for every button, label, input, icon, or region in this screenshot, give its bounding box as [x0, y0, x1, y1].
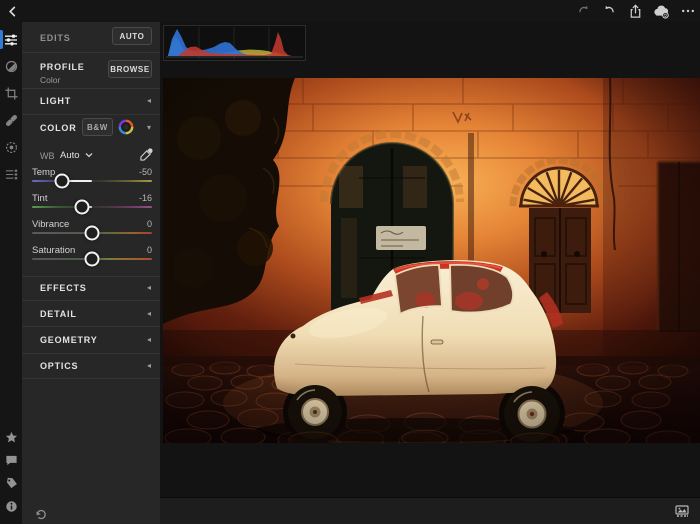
vibrance-slider-track[interactable]: [32, 232, 152, 234]
profile-value: Color: [40, 75, 60, 85]
tint-slider-row: Tint -16: [22, 190, 160, 216]
top-bar: [0, 0, 700, 22]
collapse-arrow-icon[interactable]: ◂: [147, 97, 151, 105]
tool-edit-sliders[interactable]: [0, 26, 22, 53]
bw-toggle-button[interactable]: B&W: [82, 118, 113, 136]
saturation-slider-track[interactable]: [32, 258, 152, 260]
collapse-arrow-icon[interactable]: ◂: [147, 310, 151, 318]
slider-label: Vibrance: [32, 219, 69, 230]
slider-value: 0: [147, 245, 152, 255]
photo-canvas[interactable]: [163, 78, 700, 443]
tool-presets[interactable]: [0, 53, 22, 80]
divider: [22, 52, 160, 53]
masking-icon: [5, 141, 18, 154]
divider: [22, 276, 160, 277]
tag-icon: [5, 477, 18, 490]
redo-icon[interactable]: [575, 3, 592, 20]
back-chevron-icon[interactable]: [4, 3, 20, 19]
tool-healing[interactable]: [0, 107, 22, 134]
divider: [22, 300, 160, 301]
edits-label: EDITS: [40, 33, 71, 43]
slider-label: Tint: [32, 193, 47, 204]
comments-button[interactable]: [0, 449, 22, 472]
tool-crop[interactable]: [0, 80, 22, 107]
auto-button[interactable]: AUTO: [112, 27, 152, 45]
left-tool-rail: [0, 0, 22, 524]
section-effects[interactable]: EFFECTS: [40, 283, 87, 293]
divider: [22, 326, 160, 327]
slider-label: Temp: [32, 167, 55, 178]
slider-value: 0: [147, 219, 152, 229]
temp-slider-knob[interactable]: [55, 174, 70, 189]
cloud-sync-icon[interactable]: [653, 3, 670, 20]
lightroom-app: EDITS AUTO PROFILE Color BROWSE LIGHT ◂ …: [0, 0, 700, 524]
divider: [22, 353, 160, 354]
expand-arrow-icon[interactable]: ▾: [147, 124, 151, 132]
chevron-down-icon: [85, 152, 93, 158]
comment-icon: [5, 454, 18, 467]
rate-review-button[interactable]: [0, 426, 22, 449]
crop-icon: [5, 87, 18, 100]
share-icon[interactable]: [627, 3, 644, 20]
keywords-button[interactable]: [0, 472, 22, 495]
rgb-histogram-chart: [164, 26, 305, 60]
section-detail[interactable]: DETAIL: [40, 309, 77, 319]
reset-edits-icon[interactable]: [32, 506, 50, 521]
versions-icon: [5, 168, 18, 181]
slider-label: Saturation: [32, 245, 75, 256]
saturation-slider-knob[interactable]: [85, 252, 100, 267]
wb-value: Auto: [60, 150, 80, 161]
temp-slider-row: Temp -50: [22, 164, 160, 190]
info-icon: [5, 500, 18, 513]
edit-panel: EDITS AUTO PROFILE Color BROWSE LIGHT ◂ …: [22, 22, 160, 524]
star-icon: [5, 431, 18, 444]
section-light[interactable]: LIGHT: [40, 96, 71, 106]
main-preview-area: [160, 22, 700, 524]
profile-label: PROFILE: [40, 62, 85, 72]
filmstrip-toggle-icon[interactable]: [674, 504, 690, 518]
presets-icon: [5, 60, 18, 73]
section-optics[interactable]: OPTICS: [40, 361, 78, 371]
vignette-overlay: [163, 78, 700, 443]
divider: [22, 114, 160, 115]
more-ellipsis-icon[interactable]: [679, 3, 696, 20]
wb-label: WB: [40, 151, 55, 161]
color-mix-icon[interactable]: [118, 119, 134, 140]
bottom-bar: [160, 497, 700, 524]
healing-icon: [5, 114, 18, 127]
tool-versions[interactable]: [0, 161, 22, 188]
browse-button[interactable]: BROWSE: [108, 60, 152, 78]
temp-slider-track[interactable]: [32, 180, 152, 182]
vibrance-slider-row: Vibrance 0: [22, 216, 160, 242]
active-tool-indicator: [0, 30, 3, 49]
collapse-arrow-icon[interactable]: ◂: [147, 284, 151, 292]
section-color[interactable]: COLOR: [40, 123, 77, 133]
saturation-slider-row: Saturation 0: [22, 242, 160, 268]
collapse-arrow-icon[interactable]: ◂: [147, 362, 151, 370]
histogram-panel[interactable]: [163, 25, 306, 61]
vibrance-slider-knob[interactable]: [85, 226, 100, 241]
slider-value: -16: [139, 193, 152, 203]
slider-value: -50: [139, 167, 152, 177]
info-button[interactable]: [0, 495, 22, 518]
tool-masking[interactable]: [0, 134, 22, 161]
divider: [22, 88, 160, 89]
section-geometry[interactable]: GEOMETRY: [40, 335, 98, 345]
undo-icon[interactable]: [601, 3, 618, 20]
tint-slider-track[interactable]: [32, 206, 152, 208]
divider: [22, 378, 160, 379]
wb-value-dropdown[interactable]: Auto: [60, 150, 93, 161]
collapse-arrow-icon[interactable]: ◂: [147, 336, 151, 344]
edit-sliders-icon: [4, 33, 18, 47]
tint-slider-knob[interactable]: [75, 200, 90, 215]
